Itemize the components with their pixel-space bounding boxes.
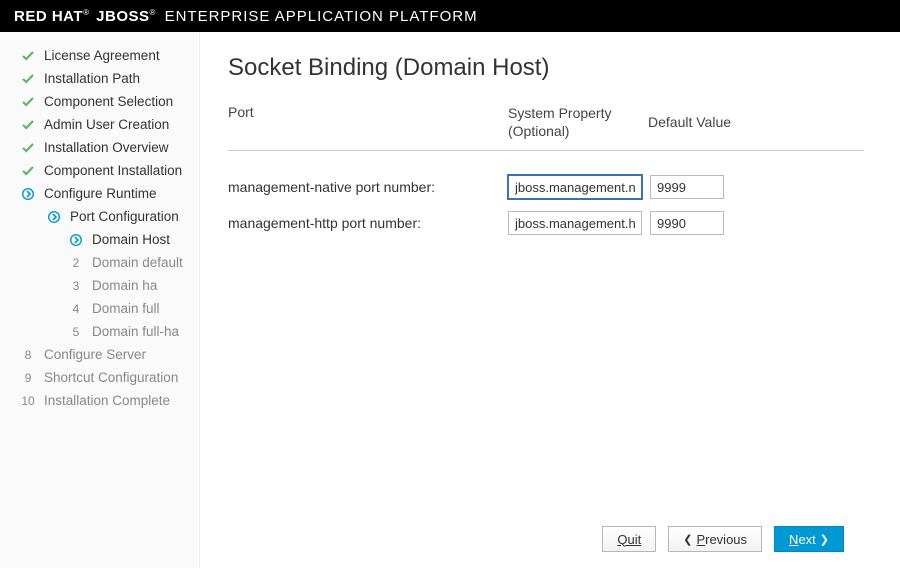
step-label: Domain full xyxy=(92,301,160,316)
arrow-right-icon xyxy=(66,234,86,246)
brand-product: ENTERPRISE APPLICATION PLATFORM xyxy=(165,8,478,25)
main-content: Socket Binding (Domain Host) Port System… xyxy=(200,32,900,568)
col-header-default-value: Default Value xyxy=(648,114,864,130)
body: License Agreement Installation Path Comp… xyxy=(0,32,900,568)
substep-domain-default: 2 Domain default xyxy=(0,251,199,274)
brand-reg-mark: ® xyxy=(83,8,89,17)
step-label: License Agreement xyxy=(44,48,160,63)
step-number: 3 xyxy=(66,279,86,293)
step-install-complete: 10 Installation Complete xyxy=(0,389,199,412)
check-icon xyxy=(18,73,38,85)
system-property-input[interactable] xyxy=(508,175,642,199)
step-label: Domain ha xyxy=(92,278,157,293)
chevron-right-icon: ❯ xyxy=(820,533,829,546)
step-number: 4 xyxy=(66,302,86,316)
step-label: Component Installation xyxy=(44,163,182,178)
row-management-http: management-http port number: xyxy=(228,207,864,239)
step-label: Installation Overview xyxy=(44,140,169,155)
divider xyxy=(228,150,864,151)
brand-jboss: JBOSS xyxy=(96,8,149,25)
footer-buttons: Quit ❮ Previous Next ❯ xyxy=(228,520,864,568)
check-icon xyxy=(18,50,38,62)
col-header-system-property: System Property (Optional) xyxy=(508,104,648,140)
step-label: Domain Host xyxy=(92,232,170,247)
step-number: 2 xyxy=(66,256,86,270)
previous-button[interactable]: ❮ Previous xyxy=(668,526,762,552)
default-value-input[interactable] xyxy=(650,211,724,235)
substep-domain-host: Domain Host xyxy=(0,228,199,251)
default-value-input[interactable] xyxy=(650,175,724,199)
step-label: Installation Complete xyxy=(44,393,170,408)
quit-label: Quit xyxy=(617,532,641,547)
step-install-overview: Installation Overview xyxy=(0,136,199,159)
brand-logo: RED HAT® JBOSS® ENTERPRISE APPLICATION P… xyxy=(14,8,478,25)
step-port-config: Port Configuration xyxy=(0,205,199,228)
next-button[interactable]: Next ❯ xyxy=(774,526,844,552)
step-label: Shortcut Configuration xyxy=(44,370,178,385)
step-label: Component Selection xyxy=(44,94,173,109)
sidebar: License Agreement Installation Path Comp… xyxy=(0,32,200,568)
step-number: 8 xyxy=(18,348,38,362)
brand-redhat: RED HAT xyxy=(14,8,83,25)
substep-domain-ha: 3 Domain ha xyxy=(0,274,199,297)
step-number: 10 xyxy=(18,394,38,408)
row-label: management-native port number: xyxy=(228,179,508,195)
step-configure-server: 8 Configure Server xyxy=(0,343,199,366)
page-title: Socket Binding (Domain Host) xyxy=(228,54,864,82)
step-label: Configure Server xyxy=(44,347,146,362)
substep-domain-full-ha: 5 Domain full-ha xyxy=(0,320,199,343)
step-label: Configure Runtime xyxy=(44,186,157,201)
step-label: Domain default xyxy=(92,255,183,270)
column-headers: Port System Property (Optional) Default … xyxy=(228,104,864,140)
step-number: 9 xyxy=(18,371,38,385)
row-management-native: management-native port number: xyxy=(228,171,864,203)
step-admin-user: Admin User Creation xyxy=(0,113,199,136)
step-label: Domain full-ha xyxy=(92,324,179,339)
substep-domain-full: 4 Domain full xyxy=(0,297,199,320)
step-configure-runtime: Configure Runtime xyxy=(0,182,199,205)
step-label: Installation Path xyxy=(44,71,140,86)
step-installpath: Installation Path xyxy=(0,67,199,90)
check-icon xyxy=(18,96,38,108)
header-bar: RED HAT® JBOSS® ENTERPRISE APPLICATION P… xyxy=(0,0,900,32)
arrow-right-icon xyxy=(18,188,38,200)
step-label: Port Configuration xyxy=(70,209,179,224)
brand-reg-mark-2: ® xyxy=(150,8,156,17)
step-component-install: Component Installation xyxy=(0,159,199,182)
app-window: RED HAT® JBOSS® ENTERPRISE APPLICATION P… xyxy=(0,0,900,568)
row-label: management-http port number: xyxy=(228,215,508,231)
step-component-selection: Component Selection xyxy=(0,90,199,113)
arrow-right-icon xyxy=(44,211,64,223)
step-label: Admin User Creation xyxy=(44,117,169,132)
check-icon xyxy=(18,165,38,177)
quit-button[interactable]: Quit xyxy=(602,526,656,552)
step-number: 5 xyxy=(66,325,86,339)
step-shortcut-config: 9 Shortcut Configuration xyxy=(0,366,199,389)
system-property-input[interactable] xyxy=(508,211,642,235)
check-icon xyxy=(18,142,38,154)
col-header-port: Port xyxy=(228,104,508,140)
chevron-left-icon: ❮ xyxy=(683,533,692,546)
step-license: License Agreement xyxy=(0,44,199,67)
check-icon xyxy=(18,119,38,131)
